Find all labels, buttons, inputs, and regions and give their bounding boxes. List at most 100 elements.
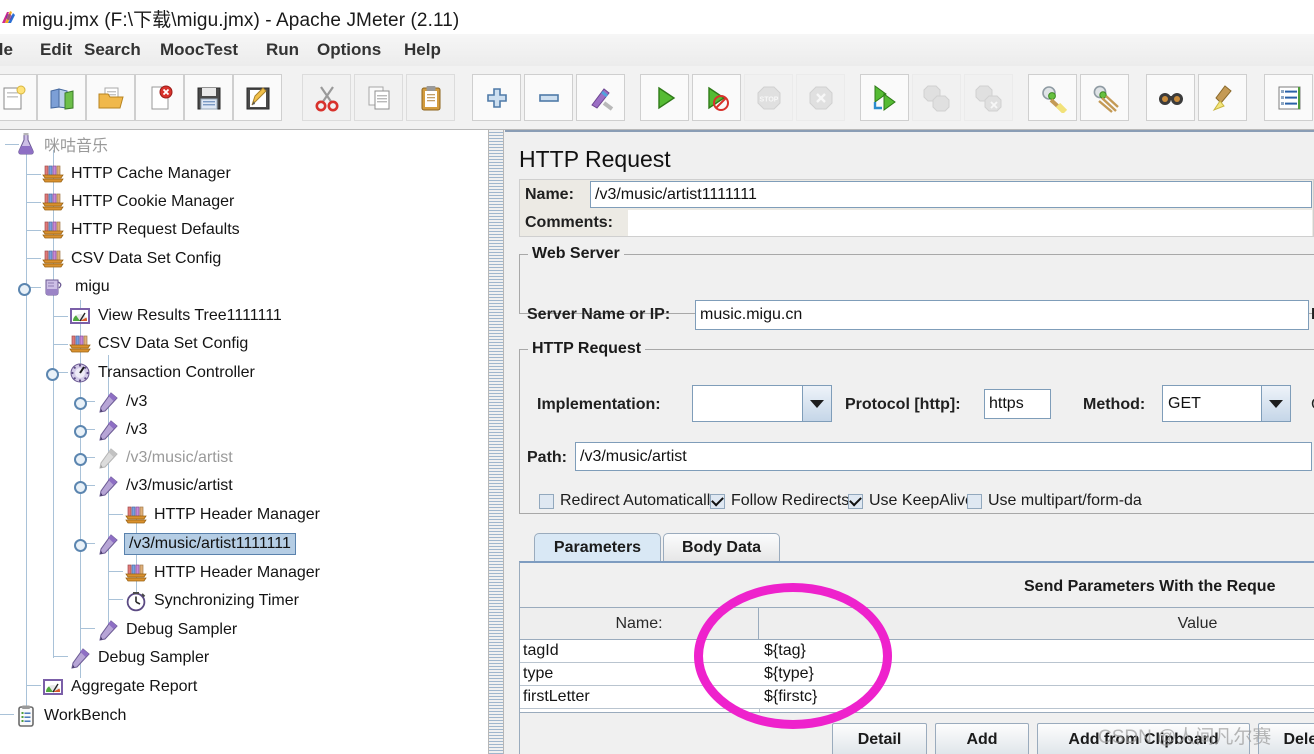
delete-button[interactable]: Delet (1258, 723, 1314, 754)
menu-run[interactable]: Run (266, 39, 299, 61)
toolbar-close-button[interactable] (135, 74, 184, 121)
detail-button[interactable]: Detail (832, 723, 927, 754)
toolbar-search-button[interactable] (1146, 74, 1195, 121)
listener-icon (41, 675, 65, 699)
menu-search[interactable]: Search (84, 39, 141, 61)
server-name-input[interactable]: music.migu.cn (695, 300, 1309, 330)
tree-node-artist-disabled[interactable]: /v3/music/artist (96, 444, 233, 472)
table-row[interactable]: type ${type} (520, 663, 1314, 686)
checkbox-redirect-automatically[interactable]: Redirect Automatically (539, 492, 718, 510)
toolbar-cut-button[interactable] (302, 74, 351, 121)
tree-node-thread-group-migu[interactable]: migu (41, 273, 110, 301)
add-button[interactable]: Add (935, 723, 1029, 754)
toolbar-clear-all-button[interactable] (1080, 74, 1129, 121)
table-header-name[interactable]: Name: (520, 608, 759, 640)
method-label: Method: (1083, 396, 1146, 413)
tree-node-test-plan[interactable]: 咪咕音乐 (14, 130, 108, 158)
tree-node-synchronizing-timer[interactable]: Synchronizing Timer (124, 587, 299, 615)
tree-toggle-v3-b[interactable] (74, 425, 87, 438)
checkbox-follow-redirects[interactable]: Follow Redirects (710, 492, 849, 510)
method-combo[interactable]: GET (1162, 385, 1291, 422)
toolbar-paste-button[interactable] (406, 74, 455, 121)
jmeter-logo-icon (0, 8, 18, 26)
checkbox-use-keepalive[interactable]: Use KeepAlive (848, 492, 974, 510)
toolbar-function-helper-button[interactable] (1264, 74, 1313, 121)
split-pane-divider[interactable] (488, 130, 504, 754)
stop-icon: STOP (757, 86, 780, 109)
toolbar-remote-start-button[interactable] (860, 74, 909, 121)
add-from-clipboard-button[interactable]: Add from Clipboard (1037, 723, 1250, 754)
menu-file[interactable]: ile (0, 39, 13, 61)
table-cell-value[interactable]: ${type} (761, 663, 1311, 685)
tree-node-label: /v3/music/artist1111111 (124, 533, 296, 555)
tree-node-artist[interactable]: /v3/music/artist (96, 472, 233, 500)
implementation-combo[interactable] (692, 385, 832, 422)
tab-label: Body Data (681, 539, 762, 556)
tree-toggle-migu[interactable] (18, 283, 31, 296)
tree-node-debug-sampler-1[interactable]: Debug Sampler (96, 616, 237, 644)
parameters-table[interactable]: Name: Value tagId ${tag} type ${type} fi… (519, 607, 1314, 713)
tree-node-label: 咪咕音乐 (44, 138, 109, 155)
table-cell-value[interactable]: ${tag} (761, 640, 1311, 662)
test-plan-tree[interactable]: 咪咕音乐 HTTP Cache Manager HTTP Cookie Mana… (0, 130, 488, 754)
tree-node-aggregate-report[interactable]: Aggregate Report (41, 673, 197, 701)
tree-node-workbench[interactable]: WorkBench (14, 702, 126, 730)
tree-node-http-header-manager-1[interactable]: HTTP Header Manager (124, 501, 320, 529)
toolbar-clear-button[interactable] (1028, 74, 1077, 121)
send-parameters-label: Send Parameters With the Reque (1024, 578, 1276, 595)
tab-body-data[interactable]: Body Data (663, 533, 780, 562)
tree-node-csv-data-set-config-2[interactable]: CSV Data Set Config (68, 330, 248, 358)
tree-toggle-artist[interactable] (74, 481, 87, 494)
tree-toggle-v3-a[interactable] (74, 397, 87, 410)
checkbox-use-multipart-form-data[interactable]: Use multipart/form-da (967, 492, 1142, 510)
toolbar-toggle-button[interactable] (576, 74, 625, 121)
toolbar-new-button[interactable] (0, 74, 37, 121)
tree-node-artist1111111-selected[interactable]: /v3/music/artist1111111 (96, 530, 296, 558)
tree-node-http-request-defaults[interactable]: HTTP Request Defaults (41, 216, 240, 244)
tree-node-csv-data-set-config-1[interactable]: CSV Data Set Config (41, 245, 221, 273)
toolbar-templates-button[interactable] (37, 74, 86, 121)
tree-toggle-artist-dim[interactable] (74, 453, 87, 466)
toolbar-copy-button[interactable] (354, 74, 403, 121)
toolbar-start-no-timers-button[interactable] (692, 74, 741, 121)
tree-node-label: Transaction Controller (98, 364, 255, 381)
toolbar-search-reset-button[interactable] (1198, 74, 1247, 121)
toolbar-save-as-button[interactable] (233, 74, 282, 121)
menu-mooctest[interactable]: MoocTest (160, 39, 238, 61)
chevron-down-icon[interactable] (802, 386, 831, 421)
table-header-value[interactable]: Value (759, 608, 1314, 640)
toolbar-open-button[interactable] (86, 74, 135, 121)
name-input[interactable]: /v3/music/artist1111111 (590, 181, 1312, 208)
implementation-label: Implementation: (537, 396, 661, 413)
toolbar-collapse-all-button[interactable] (524, 74, 573, 121)
path-input[interactable]: /v3/music/artist (575, 442, 1312, 471)
toolbar-start-button[interactable] (640, 74, 689, 121)
checkbox-label: Follow Redirects (731, 492, 850, 509)
toolbar-save-button[interactable] (184, 74, 233, 121)
tree-node-debug-sampler-2[interactable]: Debug Sampler (68, 644, 209, 672)
table-cell-value[interactable]: ${firstc} (761, 686, 1311, 708)
protocol-input[interactable]: https (984, 389, 1051, 419)
comments-input[interactable] (628, 210, 1312, 236)
tab-parameters[interactable]: Parameters (534, 533, 661, 562)
table-cell-name[interactable]: tagId (520, 640, 758, 662)
table-cell-name[interactable]: firstLetter (520, 686, 758, 708)
tree-node-transaction-controller[interactable]: Transaction Controller (68, 359, 255, 387)
tree-toggle-artist1111111[interactable] (74, 539, 87, 552)
chevron-down-icon[interactable] (1261, 386, 1290, 421)
tree-node-v3-b[interactable]: /v3 (96, 416, 147, 444)
menu-edit[interactable]: Edit (40, 39, 72, 61)
tree-node-http-cache-manager[interactable]: HTTP Cache Manager (41, 160, 231, 188)
table-row[interactable]: tagId ${tag} (520, 640, 1314, 663)
config-element-icon (124, 561, 148, 585)
tree-node-v3-a[interactable]: /v3 (96, 388, 147, 416)
tree-node-http-header-manager-2[interactable]: HTTP Header Manager (124, 559, 320, 587)
table-cell-name[interactable]: type (520, 663, 758, 685)
toolbar-expand-all-button[interactable] (472, 74, 521, 121)
tree-toggle-transaction-controller[interactable] (46, 368, 59, 381)
tree-node-http-cookie-manager[interactable]: HTTP Cookie Manager (41, 188, 234, 216)
menu-options[interactable]: Options (317, 39, 381, 61)
tree-node-view-results-tree[interactable]: View Results Tree1111111 (68, 302, 282, 330)
table-row[interactable]: firstLetter ${firstc} (520, 686, 1314, 709)
menu-help[interactable]: Help (404, 39, 441, 61)
